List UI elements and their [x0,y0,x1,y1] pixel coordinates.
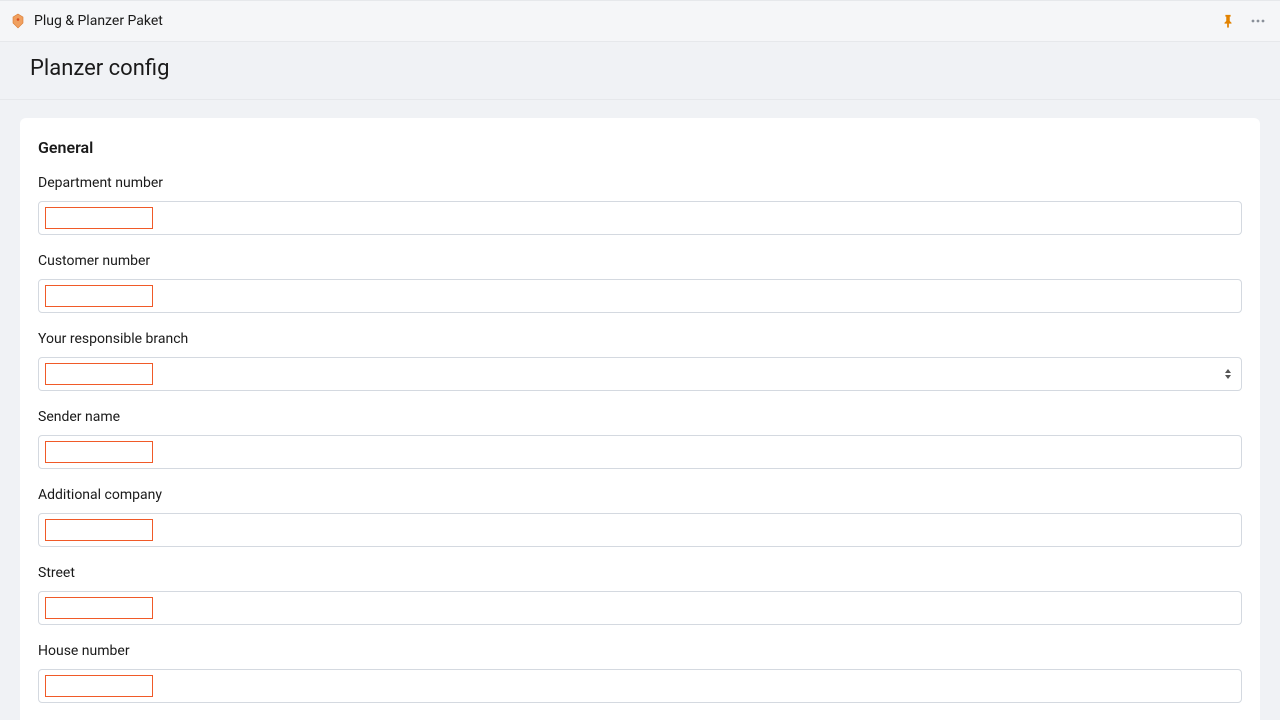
app-title: Plug & Planzer Paket [34,13,163,29]
field-department-number: Department number [38,175,1242,235]
select-responsible-branch[interactable] [39,358,1241,390]
section-title-general: General [38,138,1242,157]
input-additional-company[interactable] [39,514,1241,546]
select-wrap-responsible-branch[interactable] [38,357,1242,391]
field-responsible-branch: Your responsible branch [38,331,1242,391]
input-wrap-department-number[interactable] [38,201,1242,235]
page-title: Planzer config [30,56,1250,81]
label-additional-company: Additional company [38,487,1242,503]
label-department-number: Department number [38,175,1242,191]
field-customer-number: Customer number [38,253,1242,313]
input-wrap-sender-name[interactable] [38,435,1242,469]
input-wrap-customer-number[interactable] [38,279,1242,313]
top-bar-left: Plug & Planzer Paket [10,13,163,29]
app-logo-icon [10,13,26,29]
field-street: Street [38,565,1242,625]
top-bar-right [1218,9,1270,33]
input-department-number[interactable] [39,202,1241,234]
input-wrap-house-number[interactable] [38,669,1242,703]
field-house-number: House number [38,643,1242,703]
field-additional-company: Additional company [38,487,1242,547]
input-customer-number[interactable] [39,280,1241,312]
content-scroll[interactable]: General Department number Customer numbe… [0,100,1280,720]
label-house-number: House number [38,643,1242,659]
label-customer-number: Customer number [38,253,1242,269]
page-header: Planzer config [0,42,1280,100]
input-wrap-street[interactable] [38,591,1242,625]
top-bar: Plug & Planzer Paket [0,0,1280,42]
pin-icon[interactable] [1218,11,1238,31]
input-sender-name[interactable] [39,436,1241,468]
label-responsible-branch: Your responsible branch [38,331,1242,347]
config-card: General Department number Customer numbe… [20,118,1260,720]
input-wrap-additional-company[interactable] [38,513,1242,547]
input-house-number[interactable] [39,670,1241,702]
more-icon[interactable] [1246,9,1270,33]
input-street[interactable] [39,592,1241,624]
label-sender-name: Sender name [38,409,1242,425]
label-street: Street [38,565,1242,581]
field-sender-name: Sender name [38,409,1242,469]
